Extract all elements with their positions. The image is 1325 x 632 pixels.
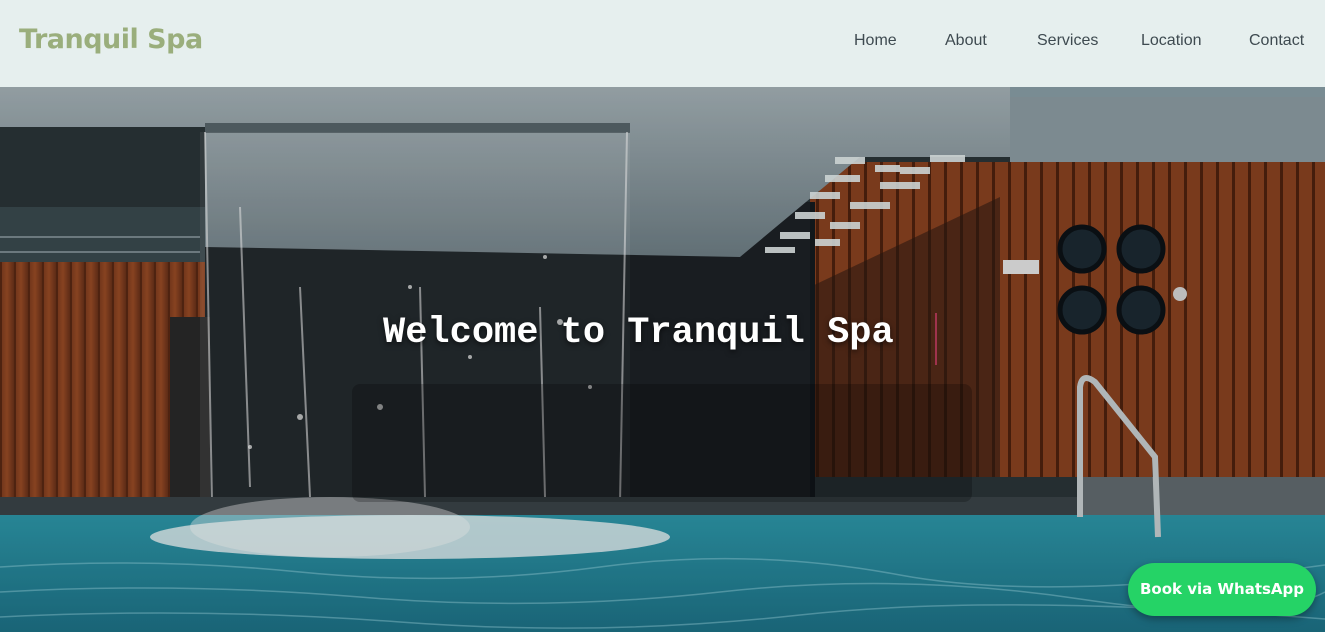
nav-services[interactable]: Services xyxy=(1037,32,1098,50)
hero-heading-backdrop xyxy=(352,384,972,502)
brand-logo[interactable]: Tranquil Spa xyxy=(19,24,203,55)
site-header: Tranquil Spa Home About Services Locatio… xyxy=(0,0,1325,87)
nav-about[interactable]: About xyxy=(945,32,987,50)
nav-contact[interactable]: Contact xyxy=(1249,32,1304,50)
hero-background-image xyxy=(0,87,1325,632)
typing-cursor xyxy=(935,313,937,365)
hero-heading: Welcome to Tranquil Spa xyxy=(383,312,894,354)
hero-section xyxy=(0,87,1325,632)
nav-location[interactable]: Location xyxy=(1141,32,1202,50)
book-whatsapp-button[interactable]: Book via WhatsApp xyxy=(1128,563,1316,616)
nav-home[interactable]: Home xyxy=(854,32,897,50)
